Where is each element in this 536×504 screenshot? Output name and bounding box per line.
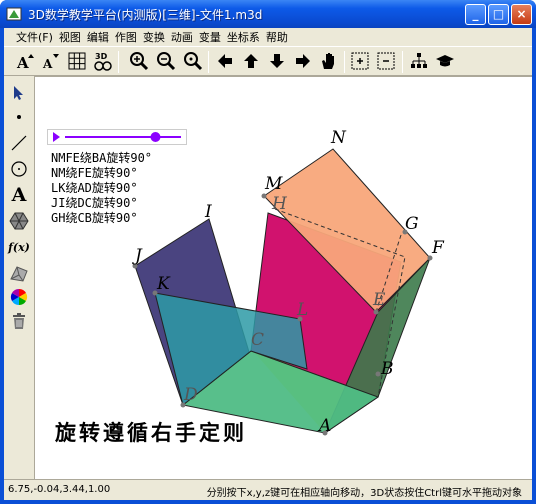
menu-view[interactable]: 视图 (59, 29, 81, 45)
menu-variable[interactable]: 变量 (199, 29, 221, 45)
3d-label: 3D (95, 52, 108, 61)
svg-text:A: A (42, 57, 53, 71)
status-hint: 分别按下x,y,z键可在相应轴向移动，3D状态按住Ctrl键可水平拖动对象 (206, 488, 522, 499)
app-logo-icon (6, 7, 22, 21)
circle-tool-button[interactable] (8, 158, 30, 180)
circle-icon (11, 161, 27, 177)
tool-panel: A f(x) (4, 76, 34, 476)
menu-animation[interactable]: 动画 (171, 29, 193, 45)
solid-icon (10, 266, 28, 282)
graduation-cap-icon (436, 55, 454, 67)
label-b: B (380, 359, 394, 379)
graduation-cap-button[interactable] (434, 50, 456, 72)
polygon-icon (9, 212, 29, 230)
select-tool-button[interactable] (8, 82, 30, 104)
point-icon (17, 115, 21, 119)
tree-icon (411, 53, 427, 68)
drawing-canvas[interactable]: NMFE绕BA旋转90° NM绕FE旋转90° LK绕AD旋转90° JI绕DC… (34, 76, 532, 479)
label-m: M (264, 174, 283, 194)
menu-edit[interactable]: 编辑 (87, 29, 109, 45)
label-e: E (372, 290, 386, 310)
zoom-box-icon (351, 52, 369, 70)
zoom-box-out-button[interactable] (375, 50, 397, 72)
function-tool-button[interactable]: f(x) (8, 236, 30, 258)
menu-file[interactable]: 文件(F) (16, 29, 53, 45)
move-down-icon (270, 54, 284, 68)
window-title: 3D数学教学平台(内测版)[三维]-文件1.m3d (28, 8, 263, 22)
move-down-button[interactable] (266, 50, 288, 72)
label-c: C (251, 330, 264, 350)
title-bar[interactable]: 3D数学教学平台(内测版)[三维]-文件1.m3d _ □ × (0, 0, 536, 28)
zoom-box-out-icon (377, 52, 395, 70)
label-j: J (132, 246, 143, 266)
zoom-reset-button[interactable] (182, 50, 204, 72)
move-up-icon (244, 54, 258, 68)
status-bar: 6.75,-0.04,3.44,1.00 分别按下x,y,z键可在相应轴向移动，… (4, 479, 532, 500)
color-wheel-icon (10, 288, 28, 306)
toolbar-separator (402, 51, 403, 73)
menu-transform[interactable]: 变换 (143, 29, 165, 45)
zoom-box-button[interactable] (349, 50, 371, 72)
tree-button[interactable] (408, 50, 430, 72)
label-a: A (317, 416, 331, 436)
label-f: F (431, 238, 445, 258)
zoom-out-icon (157, 52, 176, 71)
menu-bar: 文件(F) 视图 编辑 作图 变换 动画 变量 坐标系 帮助 (4, 28, 532, 46)
client-area: 文件(F) 视图 编辑 作图 变换 动画 变量 坐标系 帮助 A A 3D A … (4, 28, 532, 500)
point-tool-button[interactable] (8, 106, 30, 128)
move-left-icon (218, 54, 232, 68)
move-right-icon (296, 54, 310, 68)
text-size-down-button[interactable]: A (39, 50, 61, 72)
segment-icon (11, 135, 27, 151)
toolbar-separator (344, 51, 345, 73)
select-arrow-icon (14, 86, 23, 100)
coordinates-readout: 6.75,-0.04,3.44,1.00 (8, 484, 111, 495)
menu-coordinate[interactable]: 坐标系 (227, 29, 260, 45)
text-size-up-icon: A (16, 54, 34, 71)
3d-view-icon: 3D (94, 52, 112, 71)
label-d: D (183, 385, 198, 405)
rule-caption: 旋转遵循右手定则 (55, 420, 247, 445)
move-up-button[interactable] (240, 50, 262, 72)
grid-button[interactable] (66, 50, 88, 72)
label-l: L (296, 300, 308, 320)
text-size-down-icon: A (42, 54, 59, 71)
zoom-reset-icon (184, 52, 203, 71)
minimize-button[interactable]: _ (465, 4, 486, 25)
svg-text:A: A (16, 54, 29, 71)
polygon-tool-button[interactable] (8, 210, 30, 232)
zoom-in-button[interactable] (128, 50, 150, 72)
label-i: I (204, 202, 212, 222)
trash-icon (13, 313, 25, 329)
label-k: K (156, 274, 171, 294)
toolbar-separator (118, 51, 119, 73)
label-n: N (330, 128, 347, 148)
color-tool-button[interactable] (8, 286, 30, 308)
solid-tool-button[interactable] (8, 262, 30, 284)
move-right-button[interactable] (292, 50, 314, 72)
3d-view-button[interactable]: 3D (92, 50, 114, 72)
text-tool-button[interactable]: A (8, 184, 30, 206)
maximize-button[interactable]: □ (488, 4, 509, 25)
segment-tool-button[interactable] (8, 132, 30, 154)
close-button[interactable]: × (511, 4, 532, 25)
delete-tool-button[interactable] (8, 310, 30, 332)
app-window: 3D数学教学平台(内测版)[三维]-文件1.m3d _ □ × 文件(F) 视图… (0, 0, 536, 504)
grid-icon (68, 52, 86, 70)
zoom-out-button[interactable] (155, 50, 177, 72)
move-left-button[interactable] (214, 50, 236, 72)
label-g: G (405, 214, 419, 234)
toolbar-separator (208, 51, 209, 73)
text-size-up-button[interactable]: A (14, 50, 36, 72)
menu-draw[interactable]: 作图 (115, 29, 137, 45)
pan-hand-button[interactable] (318, 50, 340, 72)
menu-help[interactable]: 帮助 (266, 29, 288, 45)
zoom-in-icon (130, 52, 149, 71)
pan-hand-icon (322, 53, 334, 69)
toolbar: A A 3D (4, 46, 532, 76)
label-h: H (271, 194, 288, 214)
